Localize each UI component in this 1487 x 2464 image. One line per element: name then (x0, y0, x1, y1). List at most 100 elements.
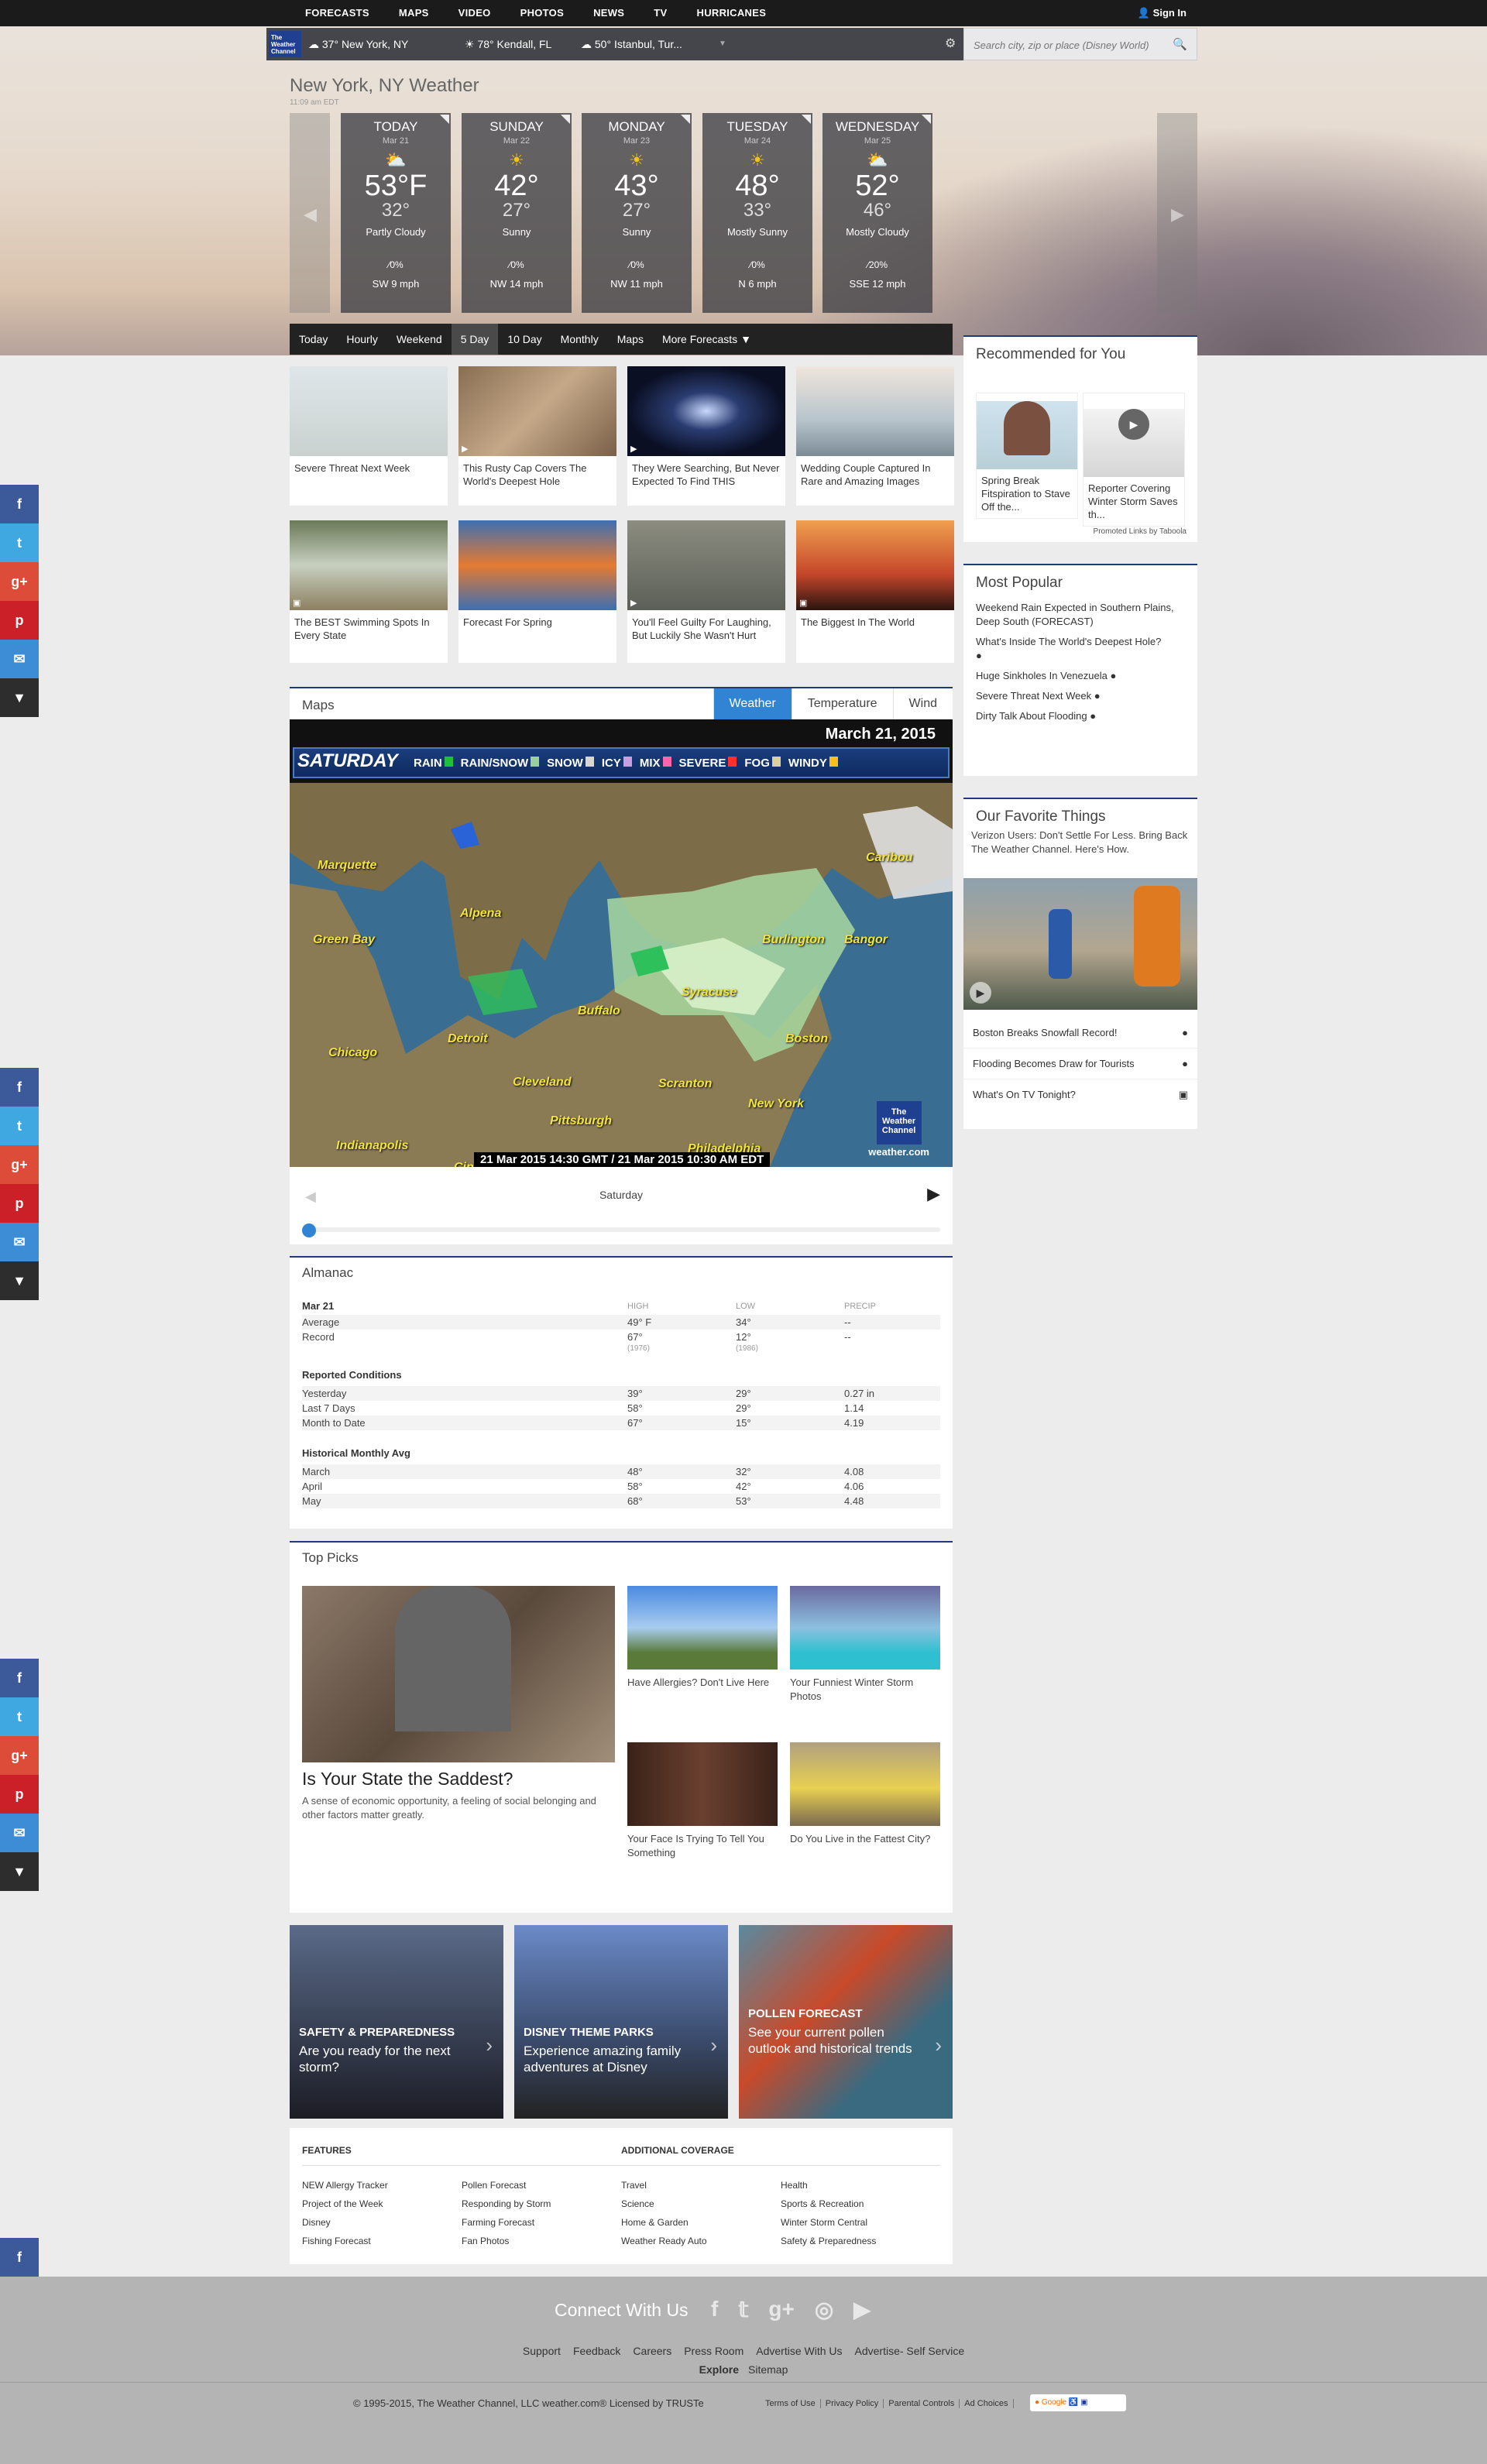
slider-handle[interactable] (302, 1223, 316, 1237)
favorites-item[interactable]: Flooding Becomes Draw for Tourists ● (963, 1048, 1197, 1079)
popular-item[interactable]: What's Inside The World's Deepest Hole? ● (976, 635, 1185, 663)
weather-channel-logo[interactable]: The Weather Channel (269, 31, 301, 57)
forecast-prev-button[interactable]: ◀ (290, 113, 330, 313)
twitter-share-icon[interactable]: t (0, 1107, 39, 1145)
pinterest-share-icon[interactable]: p (0, 601, 39, 640)
favorites-video[interactable]: ▶ (963, 878, 1197, 1010)
favorites-item[interactable]: Boston Breaks Snowfall Record! ● (963, 1018, 1197, 1048)
tab-weather[interactable]: Weather (713, 688, 792, 719)
popular-item[interactable]: Weekend Rain Expected in Southern Plains… (976, 601, 1185, 629)
sign-in-link[interactable]: 👤 Sign In (1138, 0, 1187, 26)
footer-link[interactable]: Support (523, 2345, 561, 2357)
search-input[interactable] (974, 36, 1167, 53)
article-tile[interactable]: ▶ They Were Searching, But Never Expected… (627, 366, 785, 506)
nav-news[interactable]: NEWS (593, 0, 624, 26)
article-tile[interactable]: Severe Threat Next Week (290, 366, 448, 506)
chevron-down-icon[interactable]: ▼ (0, 1852, 39, 1891)
email-share-icon[interactable]: ✉ (0, 1223, 39, 1261)
subnav-10day[interactable]: 10 Day (498, 324, 551, 355)
nav-forecasts[interactable]: FORECASTS (305, 0, 369, 26)
popular-item[interactable]: Severe Threat Next Week ● (976, 689, 1185, 703)
footer-link[interactable]: Winter Storm Central (781, 2213, 936, 2232)
subnav-weekend[interactable]: Weekend (387, 324, 452, 355)
map-time-slider[interactable] (302, 1223, 940, 1237)
instagram-icon[interactable]: ◎ (815, 2297, 833, 2322)
footer-link[interactable]: Science (621, 2195, 776, 2213)
top-pick-item[interactable]: Have Allergies? Don't Live Here (627, 1586, 778, 1690)
facebook-share-icon[interactable]: f (0, 1659, 39, 1697)
footer-link[interactable]: Sitemap (748, 2363, 788, 2376)
taboola-credit[interactable]: Promoted Links by Taboola (1094, 527, 1187, 536)
promo-card[interactable]: SAFETY & PREPAREDNESS Are you ready for t… (290, 1925, 503, 2119)
youtube-icon[interactable]: ▶ (853, 2297, 871, 2322)
chevron-down-icon[interactable]: ▼ (719, 28, 726, 60)
recommended-item[interactable]: Spring Break Fitspiration to Stave Off t… (976, 393, 1078, 519)
tab-temperature[interactable]: Temperature (791, 688, 893, 719)
facebook-share-icon[interactable]: f (0, 1068, 39, 1107)
promo-card[interactable]: POLLEN FORECAST See your current pollen o… (739, 1925, 953, 2119)
promo-card[interactable]: DISNEY THEME PARKS Experience amazing fam… (514, 1925, 728, 2119)
footer-link[interactable]: Advertise- Self Service (855, 2345, 965, 2357)
nav-hurricanes[interactable]: HURRICANES (697, 0, 767, 26)
legal-link[interactable]: Ad Choices (964, 2399, 1014, 2408)
weather-map[interactable]: March 21, 2015 SATURDAY RAIN RAIN/SNOW SNO… (290, 719, 953, 1167)
footer-link[interactable]: Advertise With Us (756, 2345, 842, 2357)
article-tile[interactable]: ▶ This Rusty Cap Covers The World's Deepe… (458, 366, 616, 506)
subnav-today[interactable]: Today (290, 324, 337, 355)
footer-link[interactable]: Sports & Recreation (781, 2195, 936, 2213)
footer-link[interactable]: Pollen Forecast (462, 2176, 616, 2195)
pinterest-share-icon[interactable]: p (0, 1775, 39, 1814)
tab-wind[interactable]: Wind (892, 688, 953, 719)
footer-link[interactable]: Home & Garden (621, 2213, 776, 2232)
subnav-maps[interactable]: Maps (608, 324, 653, 355)
forecast-day-card[interactable]: SUNDAY Mar 22 ☀ 42° 27° Sunny ⁄0% NW 14 mph (462, 113, 572, 313)
top-pick-main[interactable]: Is Your State the Saddest? A sense of ec… (302, 1586, 615, 1822)
nav-video[interactable]: VIDEO (458, 0, 491, 26)
saved-location-3[interactable]: ☁ 50° Istanbul, Tur... (581, 28, 682, 60)
forecast-day-card[interactable]: WEDNESDAY Mar 25 ⛅ 52° 46° Mostly Cloudy ⁄20% S… (822, 113, 932, 313)
top-pick-main-title[interactable]: Is Your State the Saddest? (302, 1769, 615, 1790)
footer-link[interactable]: Farming Forecast (462, 2213, 616, 2232)
top-pick-item[interactable]: Your Face Is Trying To Tell You Somethin… (627, 1742, 778, 1860)
top-pick-item[interactable]: Do You Live in the Fattest City? (790, 1742, 940, 1846)
article-tile[interactable]: ▣ The Biggest In The World (796, 520, 954, 663)
nav-maps[interactable]: MAPS (399, 0, 429, 26)
recommended-item[interactable]: ▶ Reporter Covering Winter Storm Saves t… (1083, 393, 1185, 527)
footer-link[interactable]: Safety & Preparedness (781, 2232, 936, 2250)
google-plus-share-icon[interactable]: g+ (0, 1145, 39, 1184)
subnav-monthly[interactable]: Monthly (551, 324, 608, 355)
forecast-day-card[interactable]: MONDAY Mar 23 ☀ 43° 27° Sunny ⁄0% NW 11 mph (582, 113, 692, 313)
google-plus-share-icon[interactable]: g+ (0, 1736, 39, 1775)
saved-location-2[interactable]: ☀ 78° Kendall, FL (465, 28, 551, 60)
saved-location-1[interactable]: ☁ 37° New York, NY (308, 28, 408, 60)
footer-link[interactable]: Responding by Storm (462, 2195, 616, 2213)
favorites-intro[interactable]: Verizon Users: Don't Settle For Less. Br… (963, 829, 1197, 856)
map-play-button[interactable]: ▶ (927, 1184, 940, 1204)
footer-link[interactable]: Fishing Forecast (302, 2232, 457, 2250)
favorites-item[interactable]: What's On TV Tonight? ▣ (963, 1079, 1197, 1110)
search-icon[interactable]: 🔍 (1173, 37, 1187, 51)
subnav-5day[interactable]: 5 Day (451, 324, 499, 355)
pinterest-share-icon[interactable]: p (0, 1184, 39, 1223)
chevron-down-icon[interactable]: ▼ (0, 1261, 39, 1300)
nav-photos[interactable]: PHOTOS (520, 0, 564, 26)
footer-link[interactable]: Travel (621, 2176, 776, 2195)
article-tile[interactable]: Wedding Couple Captured In Rare and Amaz… (796, 366, 954, 506)
subnav-hourly[interactable]: Hourly (337, 324, 386, 355)
forecast-day-card[interactable]: TUESDAY Mar 24 ☀ 48° 33° Mostly Sunny ⁄0% N 6 m… (702, 113, 812, 313)
facebook-share-icon[interactable]: f (0, 2238, 39, 2277)
popular-item[interactable]: Dirty Talk About Flooding ● (976, 709, 1185, 723)
footer-link[interactable]: Disney (302, 2213, 457, 2232)
forecast-day-card[interactable]: TODAY Mar 21 ⛅ 53°F 32° Partly Cloudy ⁄0% SW 9 … (341, 113, 451, 313)
footer-link[interactable]: Project of the Week (302, 2195, 457, 2213)
twitter-icon[interactable]: 𝕥 (738, 2297, 748, 2322)
twitter-share-icon[interactable]: t (0, 1697, 39, 1736)
google-plus-icon[interactable]: g+ (768, 2297, 794, 2322)
footer-link[interactable]: Health (781, 2176, 936, 2195)
chevron-down-icon[interactable]: ▼ (0, 678, 39, 717)
footer-link[interactable]: Weather Ready Auto (621, 2232, 776, 2250)
trust-badges[interactable]: ● Google ♿ ▣ (1030, 2394, 1126, 2411)
nav-tv[interactable]: TV (654, 0, 667, 26)
footer-link[interactable]: Feedback (573, 2345, 620, 2357)
facebook-icon[interactable]: f (711, 2297, 718, 2322)
